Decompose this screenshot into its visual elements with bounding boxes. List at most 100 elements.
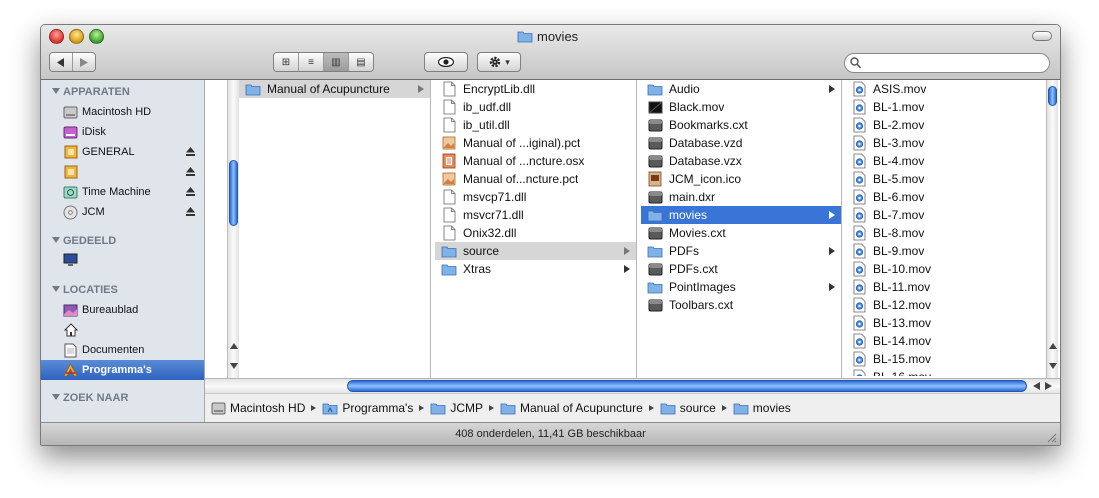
path-crumb[interactable]: movies bbox=[733, 401, 791, 415]
column-view-button[interactable]: ▥ bbox=[324, 53, 349, 71]
sidebar-item-idisk[interactable]: iDisk bbox=[41, 122, 204, 142]
list-item[interactable]: PointImages bbox=[641, 278, 841, 296]
list-item[interactable]: Audio bbox=[641, 80, 841, 98]
list-item[interactable]: Database.vzd bbox=[641, 134, 841, 152]
list-item[interactable]: BL-12.mov bbox=[845, 296, 1047, 314]
sidebar-item-bureaublad[interactable]: Bureaublad bbox=[41, 300, 204, 320]
icon-view-button[interactable]: ⊞ bbox=[274, 53, 299, 71]
scroll-up-arrow-icon[interactable] bbox=[1049, 343, 1057, 349]
path-crumb[interactable]: Manual of Acupuncture bbox=[500, 401, 643, 415]
sidebar-item-macintosh-hd[interactable]: Macintosh HD bbox=[41, 102, 204, 122]
list-item[interactable]: BL-3.mov bbox=[845, 134, 1047, 152]
zoom-button[interactable] bbox=[89, 29, 104, 44]
path-crumb[interactable]: source bbox=[660, 401, 716, 415]
browser-column-1[interactable]: Manual of Acupuncture bbox=[239, 80, 431, 401]
path-crumb-label: Programma's bbox=[342, 401, 414, 415]
minimize-button[interactable] bbox=[69, 29, 84, 44]
toolbar-toggle-button[interactable] bbox=[1032, 31, 1052, 41]
path-crumb[interactable]: Macintosh HD bbox=[211, 401, 305, 415]
sidebar-section-devices[interactable]: APPARATEN bbox=[52, 86, 130, 98]
sidebar-section-shared[interactable]: GEDEELD bbox=[52, 235, 116, 247]
list-item[interactable]: msvcr71.dll bbox=[435, 206, 636, 224]
list-item[interactable]: Onix32.dll bbox=[435, 224, 636, 242]
disclosure-arrow-icon bbox=[829, 247, 835, 255]
sidebar-item-documenten[interactable]: Documenten bbox=[41, 340, 204, 360]
list-item[interactable]: BL-13.mov bbox=[845, 314, 1047, 332]
list-item[interactable]: BL-1.mov bbox=[845, 98, 1047, 116]
sidebar-item-programmas[interactable]: Programma's bbox=[41, 360, 204, 380]
list-item[interactable]: BL-9.mov bbox=[845, 242, 1047, 260]
scrollbar-thumb[interactable] bbox=[229, 160, 238, 226]
list-item[interactable]: Manual of...ncture.pct bbox=[435, 170, 636, 188]
search-input[interactable] bbox=[863, 56, 1047, 72]
list-item[interactable]: EncryptLib.dll bbox=[435, 80, 636, 98]
sidebar-section-places[interactable]: LOCATIES bbox=[52, 284, 118, 296]
sidebar-item-disk-image[interactable] bbox=[41, 162, 204, 182]
action-menu-button[interactable]: ▾ bbox=[477, 52, 521, 72]
back-button[interactable] bbox=[50, 53, 73, 71]
list-item[interactable]: BL-10.mov bbox=[845, 260, 1047, 278]
list-item[interactable]: ib_udf.dll bbox=[435, 98, 636, 116]
list-item[interactable]: JCM_icon.ico bbox=[641, 170, 841, 188]
list-item[interactable]: movies bbox=[641, 206, 841, 224]
eject-icon[interactable] bbox=[185, 146, 196, 157]
scrollbar-thumb[interactable] bbox=[1048, 86, 1057, 106]
vertical-scrollbar[interactable] bbox=[227, 80, 239, 401]
list-item[interactable]: PDFs.cxt bbox=[641, 260, 841, 278]
list-item[interactable]: BL-16.mov bbox=[845, 368, 1047, 376]
list-item[interactable]: Manual of Acupuncture bbox=[239, 80, 430, 98]
forward-button[interactable] bbox=[73, 53, 95, 71]
list-item[interactable]: Xtras bbox=[435, 260, 636, 278]
sidebar-section-search[interactable]: ZOEK NAAR bbox=[52, 392, 128, 404]
list-item-label: Database.vzd bbox=[669, 136, 743, 150]
coverflow-view-button[interactable]: ▤ bbox=[349, 53, 373, 71]
quick-look-button[interactable] bbox=[424, 52, 468, 72]
list-item[interactable]: Toolbars.cxt bbox=[641, 296, 841, 314]
eject-icon[interactable] bbox=[185, 186, 196, 197]
horizontal-scrollbar[interactable] bbox=[205, 378, 1060, 393]
list-item[interactable]: BL-8.mov bbox=[845, 224, 1047, 242]
sidebar-item-home[interactable] bbox=[41, 320, 204, 340]
list-item[interactable]: PDFs bbox=[641, 242, 841, 260]
list-item[interactable]: Black.mov bbox=[641, 98, 841, 116]
list-item[interactable]: Bookmarks.cxt bbox=[641, 116, 841, 134]
list-item[interactable]: BL-2.mov bbox=[845, 116, 1047, 134]
list-item[interactable]: Manual of ...iginal).pct bbox=[435, 134, 636, 152]
list-item[interactable]: BL-11.mov bbox=[845, 278, 1047, 296]
close-button[interactable] bbox=[49, 29, 64, 44]
horizontal-scrollbar-thumb[interactable] bbox=[347, 380, 1027, 392]
sidebar-item-jcm[interactable]: JCM bbox=[41, 202, 204, 222]
sidebar-item-general[interactable]: GENERAL bbox=[41, 142, 204, 162]
list-item[interactable]: BL-15.mov bbox=[845, 350, 1047, 368]
scroll-down-arrow-icon[interactable] bbox=[230, 363, 238, 369]
list-item[interactable]: BL-6.mov bbox=[845, 188, 1047, 206]
scroll-left-arrow-icon[interactable] bbox=[1033, 382, 1040, 390]
scroll-up-arrow-icon[interactable] bbox=[230, 343, 238, 349]
list-item[interactable]: Manual of ...ncture.osx bbox=[435, 152, 636, 170]
sidebar-item-shared-computer[interactable] bbox=[41, 250, 204, 270]
path-crumb[interactable]: Programma's bbox=[322, 401, 413, 415]
list-item[interactable]: msvcp71.dll bbox=[435, 188, 636, 206]
search-field[interactable] bbox=[844, 53, 1050, 73]
vertical-scrollbar-right[interactable] bbox=[1046, 80, 1058, 401]
scroll-right-arrow-icon[interactable] bbox=[1045, 382, 1052, 390]
list-item[interactable]: ASIS.mov bbox=[845, 80, 1047, 98]
eject-icon[interactable] bbox=[185, 206, 196, 217]
scroll-down-arrow-icon[interactable] bbox=[1049, 363, 1057, 369]
path-crumb[interactable]: JCMP bbox=[430, 401, 483, 415]
list-item[interactable]: BL-7.mov bbox=[845, 206, 1047, 224]
list-item[interactable]: source bbox=[435, 242, 636, 260]
list-item[interactable]: main.dxr bbox=[641, 188, 841, 206]
list-item[interactable]: Database.vzx bbox=[641, 152, 841, 170]
time-machine-icon bbox=[63, 185, 78, 200]
list-item[interactable]: BL-14.mov bbox=[845, 332, 1047, 350]
list-item-label: PointImages bbox=[669, 280, 736, 294]
list-item[interactable]: Movies.cxt bbox=[641, 224, 841, 242]
list-view-button[interactable]: ≡ bbox=[299, 53, 324, 71]
sidebar-item-time-machine[interactable]: Time Machine bbox=[41, 182, 204, 202]
resize-grip-icon[interactable] bbox=[1045, 431, 1057, 443]
list-item[interactable]: BL-4.mov bbox=[845, 152, 1047, 170]
eject-icon[interactable] bbox=[185, 166, 196, 177]
list-item[interactable]: ib_util.dll bbox=[435, 116, 636, 134]
list-item[interactable]: BL-5.mov bbox=[845, 170, 1047, 188]
